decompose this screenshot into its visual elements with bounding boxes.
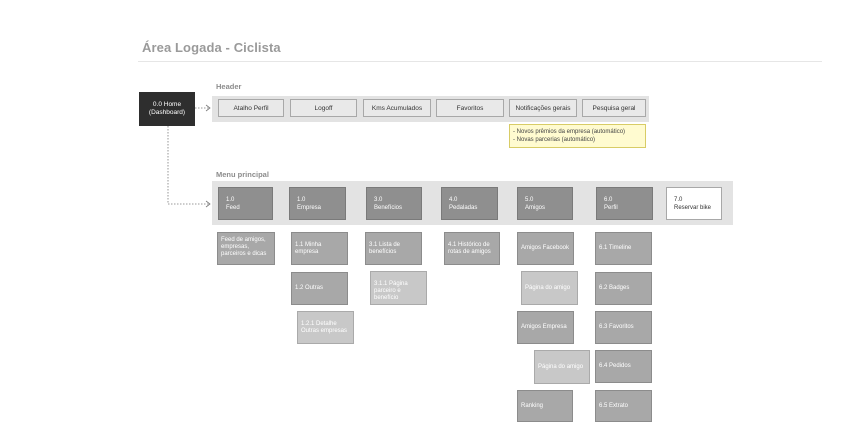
sub-beneficios-parceiro[interactable]: 3.1.1 Página parceiro e benefício bbox=[370, 271, 427, 305]
sub-amigos-empresa[interactable]: Amigos Empresa bbox=[517, 311, 574, 344]
menu-item-empresa[interactable]: 1.0 Empresa bbox=[289, 187, 346, 220]
sub-pedaladas-historico[interactable]: 4.1 Histórico de rotas de amigos bbox=[444, 232, 500, 265]
menu-item-label: Feed bbox=[226, 205, 240, 211]
sub-perfil-extrato[interactable]: 6.5 Extrato bbox=[595, 390, 652, 422]
sub-perfil-pedidos[interactable]: 6.4 Pedidos bbox=[595, 350, 652, 383]
menu-item-num: 7.0 bbox=[674, 197, 683, 203]
sub-amigos-pagina-2[interactable]: Página do amigo bbox=[534, 350, 590, 384]
menu-section-label: Menu principal bbox=[216, 170, 269, 179]
menu-item-num: 6.0 bbox=[604, 197, 613, 203]
note-line1: - Novos prêmios da empresa (automático) bbox=[513, 129, 626, 135]
sub-empresa-outras[interactable]: 1.2 Outras bbox=[291, 272, 348, 305]
menu-item-num: 1.0 bbox=[226, 197, 235, 203]
sub-amigos-pagina-1[interactable]: Página do amigo bbox=[521, 271, 578, 305]
menu-item-num: 3.0 bbox=[374, 197, 383, 203]
header-btn-favoritos[interactable]: Favoritos bbox=[436, 99, 504, 117]
menu-item-label: Pedaladas bbox=[449, 205, 478, 211]
sub-empresa-detalhe[interactable]: 1.2.1 Detalhe Outras empresas bbox=[297, 311, 354, 344]
sub-beneficios-lista[interactable]: 3.1 Lista de benefícios bbox=[365, 232, 422, 265]
menu-item-pedaladas[interactable]: 4.0 Pedaladas bbox=[441, 187, 498, 220]
menu-item-label: Benefícios bbox=[374, 205, 403, 211]
home-line2: (Dashboard) bbox=[148, 109, 186, 116]
header-btn-atalho-perfil[interactable]: Atalho Perfil bbox=[218, 99, 284, 117]
home-dashboard-node[interactable]: 0.0 Home (Dashboard) bbox=[139, 92, 195, 126]
menu-item-label: Empresa bbox=[297, 205, 322, 211]
header-btn-notificacoes[interactable]: Notificações gerais bbox=[509, 99, 577, 117]
sub-perfil-timeline[interactable]: 6.1 Timeline bbox=[595, 232, 652, 265]
sub-amigos-ranking[interactable]: Ranking bbox=[517, 390, 573, 422]
note-line2: - Novas parcerias (automático) bbox=[513, 137, 596, 143]
menu-item-num: 5.0 bbox=[525, 197, 534, 203]
menu-item-amigos[interactable]: 5.0 Amigos bbox=[517, 187, 573, 220]
menu-item-num: 1.0 bbox=[297, 197, 306, 203]
header-btn-pesquisa[interactable]: Pesquisa geral bbox=[582, 99, 646, 117]
header-btn-logoff[interactable]: Logoff bbox=[290, 99, 357, 117]
menu-item-label: Amigos bbox=[525, 205, 546, 211]
sub-amigos-facebook[interactable]: Amigos Facebook bbox=[517, 232, 574, 265]
header-btn-kms-acumulados[interactable]: Kms Acumulados bbox=[363, 99, 431, 117]
sub-empresa-minha[interactable]: 1.1 Minha empresa bbox=[291, 232, 348, 265]
sub-perfil-favoritos[interactable]: 6.3 Favoritos bbox=[595, 311, 652, 344]
home-line1: 0.0 Home bbox=[152, 101, 182, 108]
sub-perfil-badges[interactable]: 6.2 Badges bbox=[595, 272, 652, 305]
menu-item-beneficios[interactable]: 3.0 Benefícios bbox=[366, 187, 422, 220]
menu-item-feed[interactable]: 1.0 Feed bbox=[218, 187, 273, 220]
menu-item-num: 4.0 bbox=[449, 197, 458, 203]
header-section-label: Header bbox=[216, 82, 242, 91]
menu-item-perfil[interactable]: 6.0 Perfil bbox=[596, 187, 653, 220]
menu-item-label: Reservar bike bbox=[674, 205, 712, 211]
notifications-note: - Novos prêmios da empresa (automático) … bbox=[509, 124, 646, 148]
menu-item-reservar-bike[interactable]: 7.0 Reservar bike bbox=[666, 187, 722, 220]
menu-item-label: Perfil bbox=[604, 205, 618, 211]
sub-feed[interactable]: Feed de amigos, empresas, parceiros e di… bbox=[217, 232, 275, 265]
